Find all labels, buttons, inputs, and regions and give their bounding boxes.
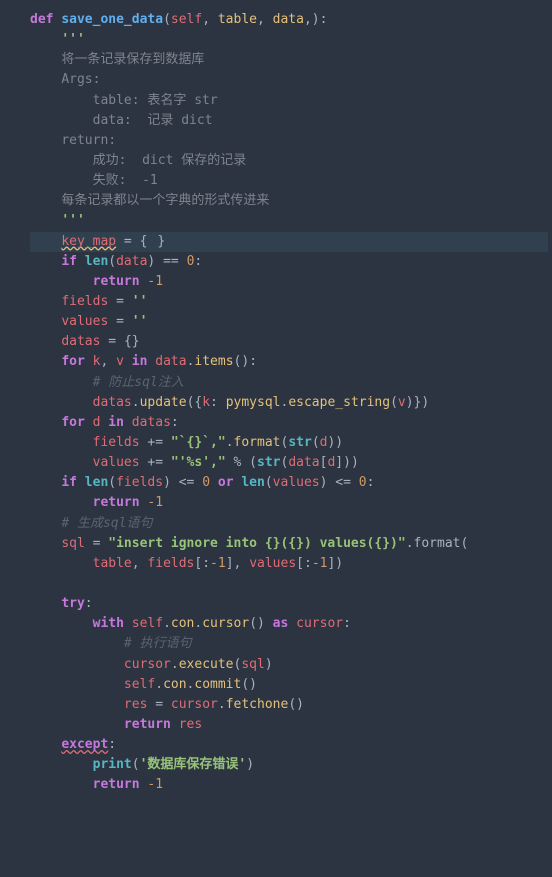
text-cursor — [147, 234, 157, 248]
code-line: sql = "insert ignore into {}({}) values(… — [30, 534, 548, 554]
code-line: return res — [30, 715, 548, 735]
docstring-line: 成功: dict 保存的记录 — [30, 151, 548, 171]
code-line: try: — [30, 594, 548, 614]
docstring-line: table: 表名字 str — [30, 91, 548, 111]
blank-line — [30, 574, 548, 594]
code-line: # 防止sql注入 — [30, 373, 548, 393]
docstring-close: ''' — [30, 211, 548, 231]
docstring-open: ''' — [30, 30, 548, 50]
code-line: values = '' — [30, 312, 548, 332]
code-editor[interactable]: def save_one_data(self, table, data,): '… — [30, 10, 548, 795]
code-line: return -1 — [30, 775, 548, 795]
code-line: with self.con.cursor() as cursor: — [30, 614, 548, 634]
code-line: fields = '' — [30, 292, 548, 312]
code-line: for d in datas: — [30, 413, 548, 433]
docstring-line: return: — [30, 131, 548, 151]
code-line: datas = {} — [30, 332, 548, 352]
docstring-line: data: 记录 dict — [30, 111, 548, 131]
code-line: res = cursor.fetchone() — [30, 695, 548, 715]
code-line: values += "'%s'," % (str(data[d])) — [30, 453, 548, 473]
docstring-line: 失败: -1 — [30, 171, 548, 191]
code-line: print('数据库保存错误') — [30, 755, 548, 775]
current-line: key_map = {} — [30, 232, 548, 252]
code-line: self.con.commit() — [30, 675, 548, 695]
code-line: return -1 — [30, 272, 548, 292]
code-line: # 执行语句 — [30, 634, 548, 654]
code-line: def save_one_data(self, table, data,): — [30, 10, 548, 30]
docstring-line: 将一条记录保存到数据库 — [30, 50, 548, 70]
docstring-line: Args: — [30, 70, 548, 90]
code-line: fields += "`{}`,".format(str(d)) — [30, 433, 548, 453]
code-line: table, fields[:-1], values[:-1]) — [30, 554, 548, 574]
code-line: except: — [30, 735, 548, 755]
docstring-line: 每条记录都以一个字典的形式传进来 — [30, 191, 548, 211]
code-line: for k, v in data.items(): — [30, 352, 548, 372]
code-line: if len(fields) <= 0 or len(values) <= 0: — [30, 473, 548, 493]
code-line: return -1 — [30, 493, 548, 513]
code-line: cursor.execute(sql) — [30, 655, 548, 675]
code-line: if len(data) == 0: — [30, 252, 548, 272]
code-line: datas.update({k: pymysql.escape_string(v… — [30, 393, 548, 413]
code-line: # 生成sql语句 — [30, 514, 548, 534]
